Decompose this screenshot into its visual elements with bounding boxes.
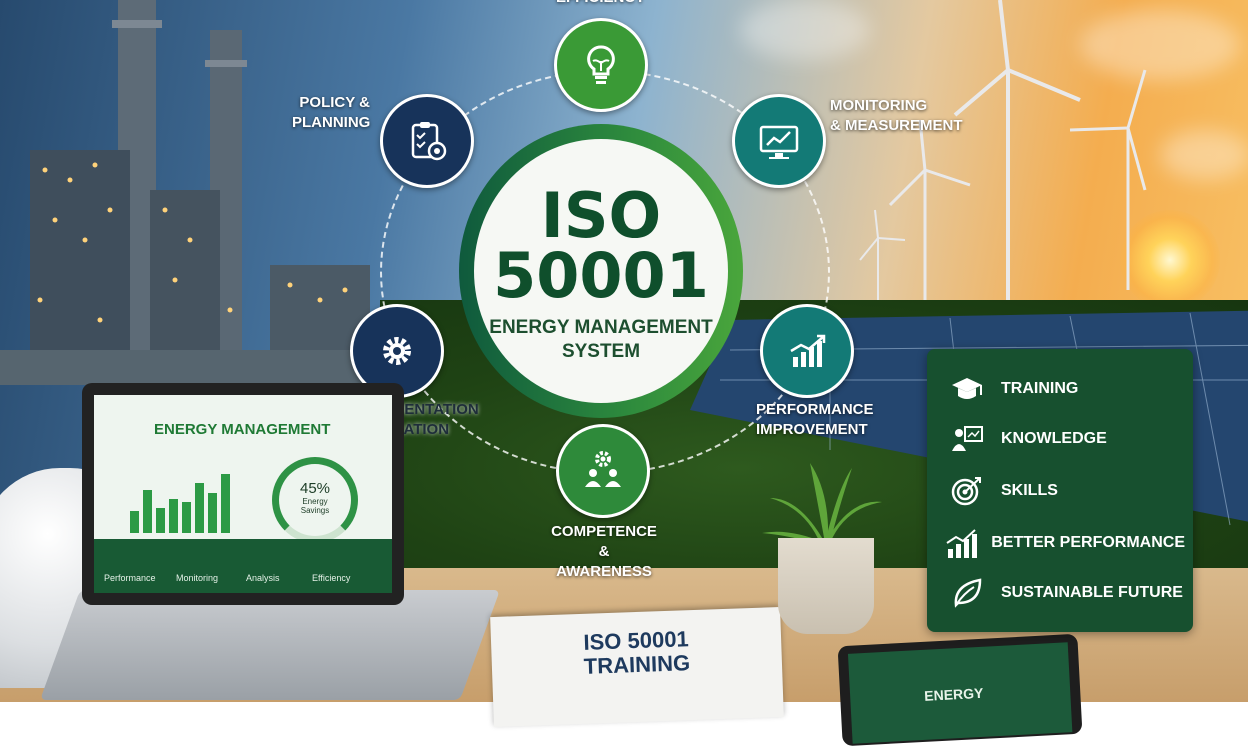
benefit-label: TRAINING bbox=[1001, 380, 1079, 397]
performance-node bbox=[760, 304, 854, 398]
teacher-board-icon bbox=[945, 421, 989, 457]
policy-label-line1: POLICY & bbox=[299, 94, 370, 111]
iso-subtitle-line2: SYSTEM bbox=[561, 341, 641, 362]
benefits-panel: TRAINING KNOWLEDGE SKILLS BETTER PERFORM… bbox=[927, 349, 1193, 632]
policy-node bbox=[380, 94, 474, 188]
competence-label-line2: AWARENESS bbox=[556, 563, 652, 580]
growth-chart-icon bbox=[790, 334, 826, 367]
benefit-item-training: TRAINING bbox=[945, 371, 1185, 407]
dashboard-title: ENERGY MANAGEMENT bbox=[154, 421, 331, 438]
performance-label-line2: IMPROVEMENT bbox=[756, 421, 868, 438]
dashboard-bar bbox=[169, 499, 178, 533]
monitor-chart-icon bbox=[759, 125, 799, 159]
tablet-text: ENERGY bbox=[923, 684, 984, 704]
target-icon bbox=[945, 473, 989, 509]
monitoring-label: MONITORING & MEASUREMENT bbox=[830, 96, 963, 136]
tablet-screen: ENERGY bbox=[847, 642, 1073, 744]
benefit-item-sustainable: SUSTAINABLE FUTURE bbox=[945, 575, 1185, 611]
benefit-item-performance: BETTER PERFORMANCE bbox=[945, 525, 1185, 561]
benefit-label: BETTER PERFORMANCE bbox=[991, 534, 1185, 551]
savings-label-line1: Energy bbox=[302, 497, 328, 506]
savings-gauge: 45% Energy Savings bbox=[272, 457, 358, 543]
monitoring-label-line2: & MEASUREMENT bbox=[830, 117, 963, 134]
growth-chart-icon bbox=[945, 525, 979, 561]
lightbulb-icon bbox=[587, 45, 615, 84]
gear-icon bbox=[383, 337, 411, 365]
nav-monitoring[interactable]: Monitoring bbox=[176, 573, 218, 583]
dashboard-bar bbox=[156, 508, 165, 533]
benefit-label: KNOWLEDGE bbox=[1001, 430, 1107, 447]
nav-analysis[interactable]: Analysis bbox=[246, 573, 280, 583]
efficiency-label: EFFICIENCY bbox=[556, 0, 645, 8]
graduation-cap-icon bbox=[945, 371, 989, 407]
monitoring-label-line1: MONITORING bbox=[830, 97, 928, 114]
potted-plant bbox=[762, 463, 882, 546]
tablet: ENERGY bbox=[837, 633, 1083, 746]
laptop: ENERGY MANAGEMENT 45% Energy Savings Per… bbox=[82, 383, 404, 605]
training-notebook: ISO 50001 TRAINING bbox=[490, 606, 784, 728]
savings-value: 45% bbox=[299, 480, 331, 497]
nav-performance[interactable]: Performance bbox=[104, 573, 156, 583]
clipboard-target-icon bbox=[411, 122, 447, 161]
competence-label: COMPETENCE & AWARENESS bbox=[546, 522, 662, 582]
efficiency-node bbox=[554, 18, 648, 112]
performance-label: PERFORMANCE IMPROVEMENT bbox=[756, 400, 874, 440]
leaf-icon bbox=[945, 575, 989, 611]
iso-badge: ISO 50001 ENERGY MANAGEMENT SYSTEM bbox=[474, 139, 728, 403]
wind-turbines bbox=[859, 0, 1147, 300]
dashboard-bar bbox=[182, 502, 191, 533]
laptop-keyboard bbox=[39, 590, 501, 700]
dashboard-nav-strip: Performance Monitoring Analysis Efficien… bbox=[94, 539, 392, 593]
plant-pot bbox=[778, 538, 874, 634]
monitoring-node bbox=[732, 94, 826, 188]
savings-label-line2: Savings bbox=[300, 506, 330, 515]
competence-label-line1: COMPETENCE & bbox=[551, 523, 657, 560]
benefit-item-skills: SKILLS bbox=[945, 473, 1185, 509]
benefit-item-knowledge: KNOWLEDGE bbox=[945, 421, 1185, 457]
nav-efficiency[interactable]: Efficiency bbox=[312, 573, 350, 583]
cloud bbox=[1160, 130, 1248, 180]
policy-label: POLICY & PLANNING bbox=[292, 93, 370, 133]
people-gear-icon bbox=[585, 451, 621, 487]
benefit-label: SUSTAINABLE FUTURE bbox=[1001, 584, 1183, 601]
iso-subtitle-line1: ENERGY MANAGEMENT bbox=[489, 317, 713, 338]
dashboard-bar bbox=[221, 474, 230, 533]
benefit-label: SKILLS bbox=[1001, 482, 1058, 499]
policy-label-line2: PLANNING bbox=[292, 114, 371, 131]
performance-label-line1: PERFORMANCE bbox=[756, 401, 874, 418]
dashboard-bar bbox=[195, 483, 204, 533]
dashboard-bar bbox=[208, 493, 217, 533]
laptop-dashboard: ENERGY MANAGEMENT 45% Energy Savings Per… bbox=[94, 395, 392, 593]
competence-node bbox=[556, 424, 650, 518]
dashboard-bar bbox=[143, 490, 152, 533]
iso-number: 50001 bbox=[493, 239, 709, 312]
dashboard-bar bbox=[130, 511, 139, 533]
